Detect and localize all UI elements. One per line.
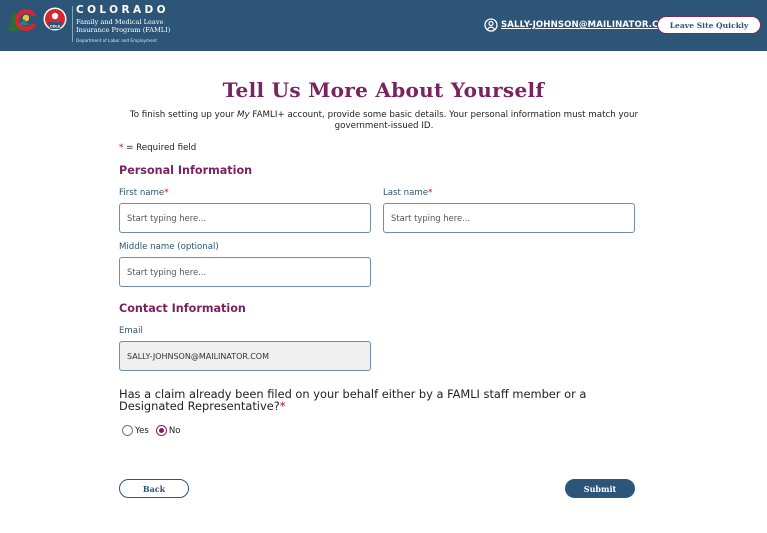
first-name-label: First name* [119,188,169,198]
cdle-badge-text: CDLE [50,25,61,29]
leave-site-quickly-button[interactable]: Leave Site Quickly [657,16,761,34]
user-account-menu[interactable]: SALLY-JOHNSON@MAILINATOR.COM ▼ [484,17,685,33]
logo-divider [72,6,73,42]
required-note-text: = Required field [123,143,197,153]
colorado-cdle-logo[interactable]: CDLE [7,5,71,37]
claim-filed-radio-group: Yes No [122,425,188,436]
first-name-input[interactable] [119,203,371,233]
radio-yes[interactable] [122,425,133,436]
brand-state: COLORADO [76,4,169,16]
radio-no-label: No [168,425,181,436]
brand-program: Family and Medical Leave Insurance Progr… [76,18,171,34]
intro-text-part: FAMLI+ account, provide some basic detai… [249,110,639,131]
email-label: Email [119,326,143,336]
back-button[interactable]: Back [119,479,189,498]
brand-department: Department of Labor and Employment [76,38,157,43]
required-star: * [279,399,286,414]
personal-information-heading: Personal Information [119,164,253,177]
claim-filed-yes-option[interactable]: Yes [122,425,149,436]
user-circle-icon [484,18,498,32]
intro-text: To finish setting up your My FAMLI+ acco… [119,110,649,131]
page-title: Tell Us More About Yourself [222,78,545,102]
email-field[interactable] [119,341,371,371]
last-name-input[interactable] [383,203,635,233]
claim-question-text: Has a claim already been filed on your b… [119,387,587,414]
claim-question: Has a claim already been filed on your b… [119,388,649,413]
last-name-label-text: Last name [383,188,429,198]
first-name-label-text: First name [119,188,165,198]
claim-filed-no-option[interactable]: No [155,425,181,436]
radio-no[interactable] [155,425,167,436]
middle-name-input[interactable] [119,257,371,287]
radio-yes-label: Yes [135,425,149,436]
contact-information-heading: Contact Information [119,302,246,315]
last-name-label: Last name* [383,188,432,198]
user-email-link[interactable]: SALLY-JOHNSON@MAILINATOR.COM [501,20,675,30]
required-star: * [428,188,433,198]
required-star: * [164,188,169,198]
intro-text-part: To finish setting up your [129,110,237,120]
submit-button[interactable]: Submit [565,479,635,498]
required-field-note: * = Required field [119,143,196,153]
intro-text-emphasis: My [236,110,250,120]
site-header: CDLE COLORADO Family and Medical Leave I… [0,0,767,51]
middle-name-label: Middle name (optional) [119,242,219,252]
